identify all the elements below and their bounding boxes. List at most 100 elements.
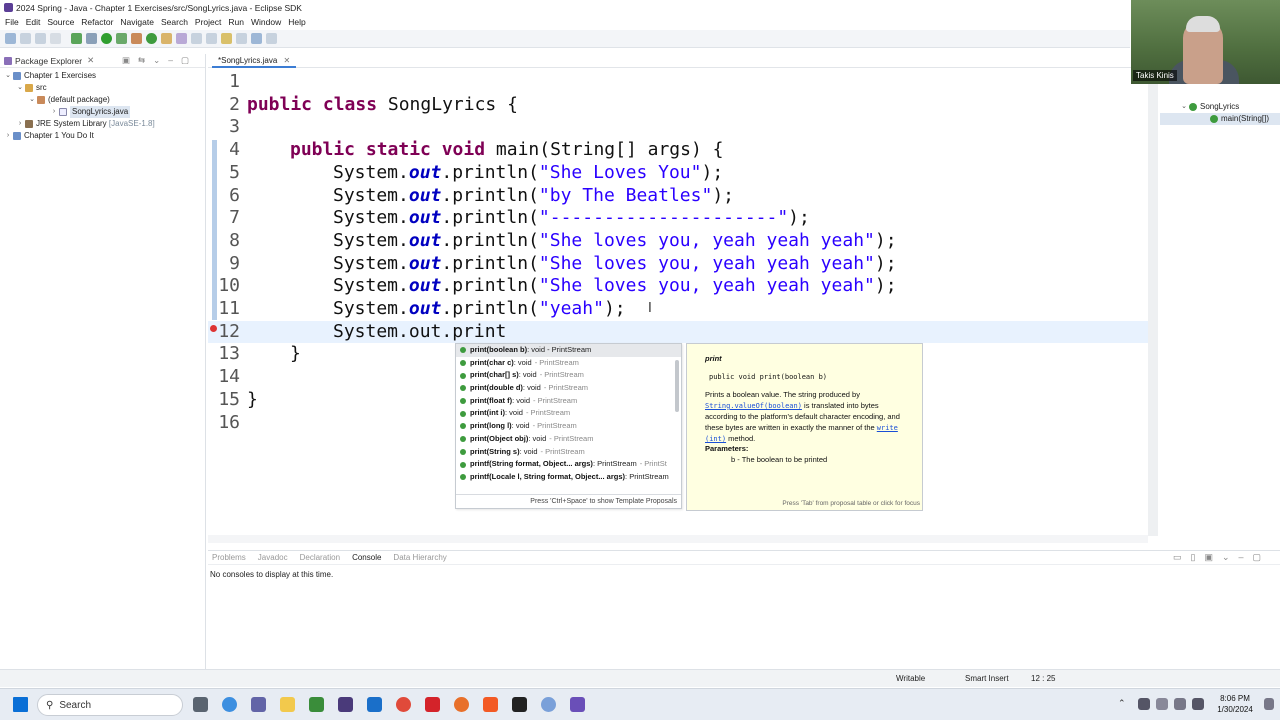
battery-icon[interactable] bbox=[1192, 698, 1204, 710]
toggle-mark-icon[interactable] bbox=[191, 33, 202, 44]
task-view-icon[interactable] bbox=[193, 697, 208, 712]
chrome-icon[interactable] bbox=[396, 697, 411, 712]
expand-icon[interactable]: › bbox=[16, 118, 24, 130]
run-icon[interactable] bbox=[101, 33, 112, 44]
outline-item-class[interactable]: ⌄ SongLyrics bbox=[1160, 101, 1280, 113]
editor-horizontal-scrollbar[interactable] bbox=[208, 535, 1148, 543]
menu-window[interactable]: Window bbox=[250, 16, 287, 29]
menu-file[interactable]: File bbox=[4, 16, 25, 29]
tree-item-default-package[interactable]: ⌄ (default package) bbox=[0, 94, 205, 106]
tree-label: src bbox=[36, 83, 47, 92]
pin-icon[interactable] bbox=[221, 33, 232, 44]
menu-help[interactable]: Help bbox=[287, 16, 311, 29]
annotation-icon[interactable] bbox=[206, 33, 217, 44]
tree-item-songlyrics[interactable]: › SongLyrics.java bbox=[0, 106, 205, 118]
error-marker-icon[interactable] bbox=[210, 324, 217, 332]
project-icon bbox=[13, 72, 21, 80]
taskbar-search[interactable]: ⚲ Search bbox=[37, 694, 183, 716]
menu-project[interactable]: Project bbox=[194, 16, 227, 29]
code-line: 9 System.out.println("She loves you, yeah… bbox=[208, 253, 1148, 276]
clock[interactable]: 8:06 PM 1/30/2024 bbox=[1210, 693, 1260, 715]
expand-icon[interactable]: ⌄ bbox=[4, 70, 12, 82]
expand-icon[interactable]: › bbox=[50, 106, 58, 118]
proposal-item[interactable]: print(char c) : void - PrintStream bbox=[456, 357, 681, 370]
next-annotation-icon[interactable] bbox=[236, 33, 247, 44]
close-icon[interactable]: ✕ bbox=[87, 55, 94, 66]
view-menu-icons[interactable]: ▣⇆⌄–▢ bbox=[122, 55, 197, 66]
outline-item-method[interactable]: main(String[]) bbox=[1160, 113, 1280, 125]
save-all-icon[interactable] bbox=[35, 33, 46, 44]
windows-start-icon[interactable] bbox=[13, 697, 28, 712]
menu-run[interactable]: Run bbox=[227, 16, 250, 29]
menu-source[interactable]: Source bbox=[46, 16, 80, 29]
tab-data-hierarchy[interactable]: Data Hierarchy bbox=[393, 553, 446, 562]
proposal-item[interactable]: print(boolean b) : void - PrintStream bbox=[456, 344, 681, 357]
expand-icon[interactable]: ⌄ bbox=[16, 82, 24, 94]
tab-console[interactable]: Console bbox=[352, 553, 381, 562]
proposal-item[interactable]: print(char[] s) : void - PrintStream bbox=[456, 369, 681, 382]
expand-icon[interactable]: ⌄ bbox=[1180, 101, 1188, 113]
search-tool-icon[interactable] bbox=[176, 33, 187, 44]
menu-edit[interactable]: Edit bbox=[25, 16, 47, 29]
file-explorer-icon[interactable] bbox=[280, 697, 295, 712]
proposal-item[interactable]: print(int i) : void - PrintStream bbox=[456, 407, 681, 420]
console-toolbar-icons[interactable]: ▭▯▣⌄–▢ bbox=[1173, 552, 1270, 563]
visual-studio-icon[interactable] bbox=[570, 697, 585, 712]
firefox-icon[interactable] bbox=[454, 697, 469, 712]
menu-navigate[interactable]: Navigate bbox=[119, 16, 160, 29]
expand-icon[interactable]: › bbox=[4, 130, 12, 142]
proposal-item[interactable]: print(long l) : void - PrintStream bbox=[456, 420, 681, 433]
tree-item-src[interactable]: ⌄ src bbox=[0, 82, 205, 94]
package-explorer-title[interactable]: Package Explorer bbox=[15, 56, 82, 66]
tray-chevron-icon[interactable]: ⌃ bbox=[1118, 698, 1126, 709]
proposal-item[interactable]: printf(String format, Object... args) : … bbox=[456, 458, 681, 471]
forward-icon[interactable] bbox=[266, 33, 277, 44]
open-type-icon[interactable] bbox=[161, 33, 172, 44]
wifi-icon[interactable] bbox=[1156, 698, 1168, 710]
eclipse-taskbar-icon[interactable] bbox=[338, 697, 353, 712]
new-java-project-icon[interactable] bbox=[131, 33, 142, 44]
close-icon[interactable]: ✕ bbox=[284, 56, 291, 65]
javadoc-popup[interactable]: print public void print(boolean b) Print… bbox=[686, 343, 923, 511]
brave-icon[interactable] bbox=[483, 697, 498, 712]
coverage-icon[interactable] bbox=[116, 33, 127, 44]
back-icon[interactable] bbox=[251, 33, 262, 44]
proposal-item[interactable]: print(String s) : void - PrintStream bbox=[456, 446, 681, 459]
volume-icon[interactable] bbox=[1174, 698, 1186, 710]
microphone-icon[interactable] bbox=[1138, 698, 1150, 710]
build-icon[interactable] bbox=[86, 33, 97, 44]
tab-problems[interactable]: Problems bbox=[212, 553, 246, 562]
menu-refactor[interactable]: Refactor bbox=[80, 16, 119, 29]
store-icon[interactable] bbox=[367, 697, 382, 712]
status-insert-mode[interactable]: Smart Insert bbox=[965, 674, 1009, 683]
new-class-icon[interactable] bbox=[146, 33, 157, 44]
tree-item-chapter1-you-do-it[interactable]: › Chapter 1 You Do It bbox=[0, 130, 205, 142]
notepad-icon[interactable] bbox=[309, 697, 324, 712]
tree-item-chapter1-exercises[interactable]: ⌄ Chapter 1 Exercises bbox=[0, 70, 205, 82]
tab-declaration[interactable]: Declaration bbox=[300, 553, 340, 562]
expand-icon[interactable]: ⌄ bbox=[28, 94, 36, 106]
menu-search[interactable]: Search bbox=[160, 16, 194, 29]
github-icon[interactable] bbox=[512, 697, 527, 712]
chat-icon[interactable] bbox=[222, 697, 237, 712]
app-icon[interactable] bbox=[541, 697, 556, 712]
proposal-item[interactable]: print(Object obj) : void - PrintStream bbox=[456, 433, 681, 446]
javadoc-link[interactable]: String.valueOf(boolean) bbox=[705, 402, 802, 410]
notification-icon[interactable] bbox=[1264, 698, 1274, 710]
new-icon[interactable] bbox=[5, 33, 16, 44]
tree-item-jre[interactable]: › JRE System Library [JavaSE-1.8] bbox=[0, 118, 205, 130]
code-line: 8 System.out.println("She loves you, yeah… bbox=[208, 230, 1148, 253]
proposal-scrollbar[interactable] bbox=[675, 360, 679, 412]
tab-javadoc[interactable]: Javadoc bbox=[258, 553, 288, 562]
proposal-item[interactable]: printf(Locale l, String format, Object..… bbox=[456, 471, 681, 484]
editor-tab-songlyrics[interactable]: *SongLyrics.java ✕ bbox=[212, 54, 297, 68]
code-line: 4 public static void main(String[] args) … bbox=[208, 139, 1148, 162]
proposal-item[interactable]: print(float f) : void - PrintStream bbox=[456, 395, 681, 408]
print-icon[interactable] bbox=[50, 33, 61, 44]
save-icon[interactable] bbox=[20, 33, 31, 44]
proposal-item[interactable]: print(double d) : void - PrintStream bbox=[456, 382, 681, 395]
zoom-icon[interactable] bbox=[425, 697, 440, 712]
debug-icon[interactable] bbox=[71, 33, 82, 44]
teams-icon[interactable] bbox=[251, 697, 266, 712]
editor-vertical-scrollbar[interactable] bbox=[1148, 70, 1158, 536]
